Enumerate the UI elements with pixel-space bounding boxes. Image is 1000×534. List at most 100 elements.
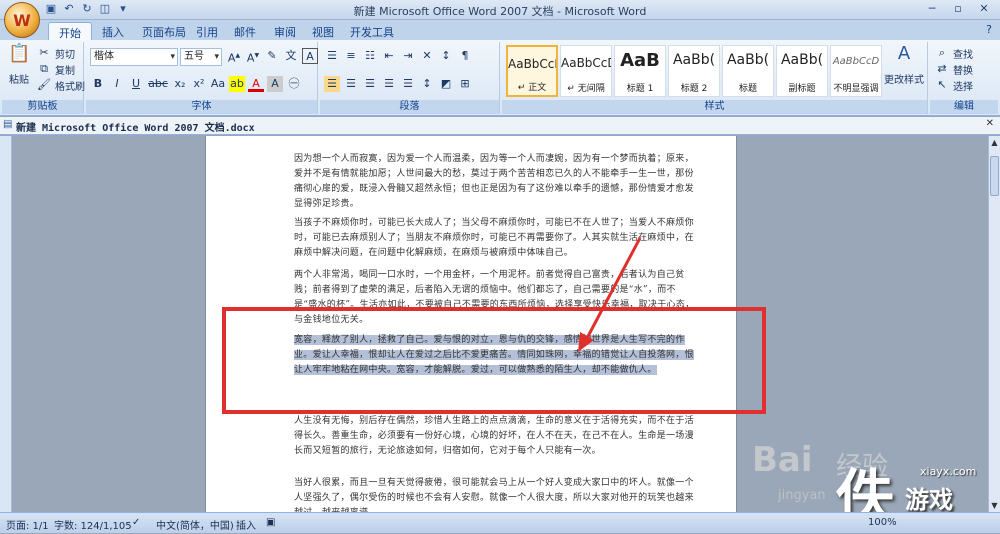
scroll-up-icon[interactable]: ▲	[989, 138, 1000, 147]
paragraph-2[interactable]: 当孩子不麻烦你时，可能已长大成人了；当父母不麻烦你时，可能已不在人世了；当爱人不…	[294, 216, 696, 261]
help-icon[interactable]: ?	[986, 23, 992, 36]
maximize-icon[interactable]: ▫	[946, 1, 970, 17]
tab-developer[interactable]: 开发工具	[340, 22, 404, 40]
underline-icon[interactable]: U	[128, 76, 144, 92]
tab-review[interactable]: 审阅	[264, 22, 306, 40]
minimize-icon[interactable]: ─	[920, 1, 944, 17]
style-subtle-emphasis[interactable]: AaBbCcD 不明显强调	[830, 45, 882, 97]
scroll-down-icon[interactable]: ▼	[989, 501, 1000, 510]
select-button[interactable]: ↖ 选择	[934, 77, 973, 93]
tab-home[interactable]: 开始	[48, 22, 92, 40]
style-heading-2-label: 标题 2	[680, 84, 708, 94]
italic-icon[interactable]: I	[109, 76, 125, 92]
line-spacing-icon[interactable]: ↕	[419, 76, 435, 92]
font-size-select[interactable]: 五号	[180, 48, 222, 66]
style-title-preview: AaBb(	[726, 52, 770, 68]
tab-insert[interactable]: 插入	[92, 22, 134, 40]
enclose-char-icon[interactable]: ㊀	[286, 76, 302, 92]
align-right-icon[interactable]: ☰	[362, 76, 378, 92]
title-bar: ▣ ↶ ↻ ◫ ▾ 新建 Microsoft Office Word 2007 …	[0, 0, 1000, 20]
format-painter-button[interactable]: 🖌 格式刷	[36, 77, 85, 93]
paragraph-5[interactable]: 人生没有无悔，别后存在偶然，珍惜人生路上的点点滴滴，生命的意义在于活得充实，而不…	[294, 414, 696, 459]
zoom-level[interactable]: 100%	[868, 517, 897, 528]
replace-label: 替换	[953, 65, 973, 77]
style-subtitle-preview: AaBb(	[780, 52, 824, 68]
paste-button[interactable]: 📋 粘贴	[8, 45, 30, 87]
font-group-label: 字体	[86, 100, 317, 114]
document-tab-label: 新建 Microsoft Office Word 2007 文档.docx	[16, 123, 255, 134]
style-no-spacing[interactable]: AaBbCcD ↵ 无间隔	[560, 45, 612, 97]
borders-icon[interactable]: ⊞	[457, 76, 473, 92]
chinese-layout-icon[interactable]: ✕	[419, 48, 435, 64]
page-count[interactable]: 页面: 1/1	[6, 517, 49, 532]
editing-group: ⌕ 查找 ⇄ 替换 ↖ 选择 编辑	[930, 42, 998, 114]
font-name-select[interactable]: 楷体	[90, 48, 178, 66]
cut-button[interactable]: ✂ 剪切	[36, 45, 75, 61]
clear-format-icon[interactable]: ✎	[264, 48, 280, 64]
macro-record-icon[interactable]: ▣	[266, 517, 275, 528]
style-heading-2[interactable]: AaBb( 标题 2	[668, 45, 720, 97]
change-styles-button[interactable]: A 更改样式	[884, 45, 924, 87]
tab-mailings[interactable]: 邮件	[224, 22, 266, 40]
vertical-scrollbar[interactable]: ▲ ▼	[988, 136, 1000, 512]
shading-icon[interactable]: ◩	[438, 76, 454, 92]
style-heading-1-preview: AaB	[620, 50, 660, 71]
char-shading-icon[interactable]: A	[267, 76, 283, 92]
copy-button[interactable]: ⧉ 复制	[36, 61, 75, 77]
word-count[interactable]: 字数: 124/1,105	[54, 517, 132, 532]
tab-references[interactable]: 引用	[186, 22, 228, 40]
strikethrough-icon[interactable]: abc	[147, 76, 169, 92]
subscript-icon[interactable]: x₂	[172, 76, 188, 92]
office-button[interactable]: W	[4, 2, 40, 38]
style-subtle-emphasis-preview: AaBbCcD	[832, 56, 880, 67]
vertical-ruler	[0, 136, 12, 512]
sort-icon[interactable]: ↕	[438, 48, 454, 64]
style-subtitle[interactable]: AaBb( 副标题	[776, 45, 828, 97]
font-color-icon[interactable]: A	[248, 76, 264, 92]
align-center-icon[interactable]: ☰	[343, 76, 359, 92]
justify-icon[interactable]: ☰	[381, 76, 397, 92]
close-icon[interactable]: ✕	[972, 1, 996, 17]
tab-view[interactable]: 视图	[302, 22, 344, 40]
change-styles-label: 更改样式	[884, 75, 924, 86]
phonetic-guide-icon[interactable]: 文	[283, 48, 299, 64]
decrease-indent-icon[interactable]: ⇤	[381, 48, 397, 64]
style-title[interactable]: AaBb( 标题	[722, 45, 774, 97]
ribbon: 📋 粘贴 ✂ 剪切 ⧉ 复制 🖌 格式刷 剪贴板 楷体 五号 A▲ A▼ ✎ 文 A …	[0, 40, 1000, 116]
highlight-icon[interactable]: ab	[229, 76, 245, 92]
bullets-icon[interactable]: ☰	[324, 48, 340, 64]
multilevel-list-icon[interactable]: ☷	[362, 48, 378, 64]
copy-label: 复制	[55, 65, 75, 77]
paragraph-1[interactable]: 因为想一个人而寂寞，因为爱一个人而温柔，因为等一个人而凄婉，因为有一个梦而执着；…	[294, 152, 696, 212]
document-tab[interactable]: ▤ 新建 Microsoft Office Word 2007 文档.docx …	[0, 117, 1000, 135]
baidu-watermark: Bai	[752, 440, 813, 480]
change-case-icon[interactable]: Aa	[210, 76, 226, 92]
insert-mode-status[interactable]: 插入	[236, 517, 256, 532]
style-title-label: 标题	[738, 84, 757, 94]
style-normal[interactable]: AaBbCcD ↵ 正文	[506, 45, 558, 97]
show-marks-icon[interactable]: ¶	[457, 48, 473, 64]
style-no-spacing-label: ↵ 无间隔	[567, 84, 605, 94]
align-left-icon[interactable]: ☰	[324, 76, 340, 92]
superscript-icon[interactable]: x²	[191, 76, 207, 92]
style-heading-1-label: 标题 1	[626, 84, 654, 94]
proofing-icon[interactable]: ✓	[132, 517, 140, 528]
grow-font-icon[interactable]: A▲	[226, 48, 242, 65]
language-status[interactable]: 中文(简体，中国)	[156, 517, 234, 532]
style-subtitle-label: 副标题	[788, 84, 816, 94]
scroll-thumb[interactable]	[990, 156, 999, 196]
style-heading-1[interactable]: AaB 标题 1	[614, 45, 666, 97]
increase-indent-icon[interactable]: ⇥	[400, 48, 416, 64]
char-border-icon[interactable]: A	[302, 48, 318, 64]
find-button[interactable]: ⌕ 查找	[934, 45, 973, 61]
shrink-font-icon[interactable]: A▼	[245, 48, 261, 65]
brush-icon: 🖌	[37, 78, 51, 91]
replace-icon: ⇄	[937, 62, 947, 75]
editing-group-label: 编辑	[930, 100, 998, 114]
close-document-icon[interactable]: ✕	[986, 118, 994, 129]
replace-button[interactable]: ⇄ 替换	[934, 61, 973, 77]
distribute-icon[interactable]: ☰	[400, 76, 416, 92]
clipboard-group-label: 剪贴板	[2, 100, 83, 114]
bold-icon[interactable]: B	[90, 76, 106, 92]
numbering-icon[interactable]: ≡	[343, 48, 359, 64]
